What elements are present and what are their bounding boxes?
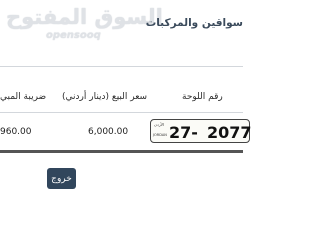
page-header: السوق المفتوح opensooq سواقين والمركبات: [0, 0, 243, 47]
plate-code: 27-: [169, 123, 198, 142]
page-title: سواقين والمركبات: [145, 17, 243, 29]
column-header-price: سعر البيع (دينار أردني): [62, 92, 148, 102]
column-header-tax: ضريبة المبي: [0, 92, 47, 102]
plate-country-arabic: الأردن: [154, 122, 165, 127]
logo-arabic-text: السوق المفتوح: [6, 5, 163, 29]
opensooq-logo[interactable]: السوق المفتوح opensooq: [2, 3, 163, 47]
cell-price: 6,000.00: [88, 127, 129, 137]
column-header-plate: رقم اللوحة: [182, 92, 223, 102]
plate-number: 2077: [207, 123, 252, 142]
plate-separator: -: [191, 123, 198, 142]
plate-country-english: JORDAN: [153, 133, 167, 137]
cell-tax: 960.00: [0, 127, 32, 137]
table-bottom-divider: [0, 150, 243, 153]
exit-button[interactable]: خروج: [47, 168, 76, 189]
header-row-divider: [0, 112, 243, 113]
table-top-divider: [0, 66, 243, 67]
logo-english-text: opensooq: [46, 30, 101, 41]
license-plate: الأردن JORDAN 27- 2077: [150, 119, 252, 143]
plate-code-number: 27: [169, 123, 192, 142]
